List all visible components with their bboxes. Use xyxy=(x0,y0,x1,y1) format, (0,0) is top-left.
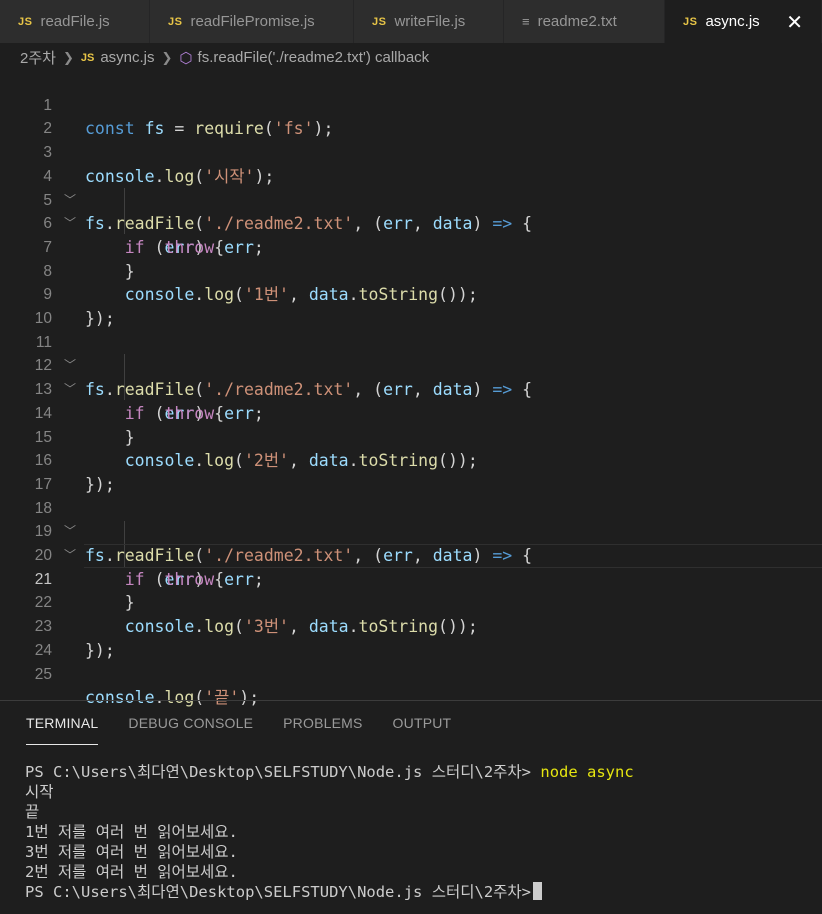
code-line: 17 xyxy=(0,449,822,493)
terminal-prompt-line: PS C:\Users\최다연\Desktop\SELFSTUDY\Node.j… xyxy=(25,882,634,902)
code-line: 11 ﹀ fs.readFile('./readme2.txt', (err, … xyxy=(0,307,822,399)
breadcrumb-symbol[interactable]: fs.readFile('./readme2.txt') callback xyxy=(198,49,430,66)
terminal-prompt: PS C:\Users\최다연\Desktop\SELFSTUDY\Node.j… xyxy=(25,763,532,781)
code-line: 9 }); xyxy=(0,260,822,328)
line-number: 25 xyxy=(34,665,52,683)
tab-debug-console[interactable]: DEBUG CONSOLE xyxy=(128,706,253,744)
code-line: 7 } xyxy=(0,212,822,281)
panel-divider xyxy=(0,700,822,701)
code-line: 16 }); xyxy=(0,426,822,494)
tab-problems[interactable]: PROBLEMS xyxy=(283,706,362,744)
tab-bar: JS readFile.js JS readFilePromise.js JS … xyxy=(0,0,822,43)
tab-label: readFilePromise.js xyxy=(190,13,315,30)
code-line: 20 throw err; xyxy=(0,520,822,589)
code-line: 25 console.log('끝'); xyxy=(0,639,822,708)
code-line: 24 xyxy=(0,615,822,659)
tab-readme2[interactable]: ≡ readme2.txt xyxy=(504,0,665,43)
terminal-cursor xyxy=(533,882,543,900)
tab-terminal[interactable]: TERMINAL xyxy=(26,706,99,745)
terminal-output[interactable]: PS C:\Users\최다연\Desktop\SELFSTUDY\Node.j… xyxy=(25,762,634,902)
code-line: 1 const fs = require('fs'); xyxy=(0,70,822,139)
code-line: 3 console.log('시작'); xyxy=(0,117,822,186)
code-line: 2 xyxy=(0,94,822,137)
code-line: 8 console.log('1번', data.toString()); xyxy=(0,236,822,305)
close-icon[interactable]: ✕ xyxy=(786,10,803,35)
code-line: 14 } xyxy=(0,378,822,447)
tab-output[interactable]: OUTPUT xyxy=(393,706,452,744)
terminal-output-line: 3번 저를 여러 번 읽어보세요. xyxy=(25,843,238,861)
terminal-output-line: 시작 xyxy=(25,783,54,801)
code-line: 12 ﹀ if (err) { xyxy=(0,331,822,422)
code-line: 18 ﹀ fs.readFile('./readme2.txt', (err, … xyxy=(0,473,822,565)
js-file-icon: JS xyxy=(18,15,33,28)
js-file-icon: JS xyxy=(80,51,95,64)
tab-readfile[interactable]: JS readFile.js xyxy=(0,0,150,43)
tab-label: readFile.js xyxy=(40,13,110,30)
js-file-icon: JS xyxy=(168,15,183,28)
code-line: 5 ﹀ if (err) { xyxy=(0,165,822,257)
terminal-output-line: 2번 저를 여러 번 읽어보세요. xyxy=(25,863,238,881)
breadcrumb-folder[interactable]: 2주차 xyxy=(20,47,56,68)
tab-label: async.js xyxy=(705,13,760,30)
code-line: 15 console.log('2번', data.toString()); xyxy=(0,402,822,471)
breadcrumb: 2주차 ❯ JS async.js ❯ ⬡ fs.readFile('./rea… xyxy=(0,43,822,72)
text-file-icon: ≡ xyxy=(522,14,530,29)
tab-async[interactable]: JS async.js ✕ xyxy=(665,0,822,43)
code-line: 21 } xyxy=(0,544,822,613)
terminal-prompt: PS C:\Users\최다연\Desktop\SELFSTUDY\Node.j… xyxy=(25,883,532,901)
terminal-command: node async xyxy=(540,763,634,781)
tab-label: writeFile.js xyxy=(394,13,466,30)
method-cube-icon: ⬡ xyxy=(179,49,193,67)
code-line: 23 }); xyxy=(0,591,822,660)
terminal-output-line: 1번 저를 여러 번 읽어보세요. xyxy=(25,823,238,841)
code-editor[interactable]: 1 const fs = require('fs'); 2 3 console.… xyxy=(0,70,822,708)
code-line: 10 xyxy=(0,283,822,327)
terminal-command-line: PS C:\Users\최다연\Desktop\SELFSTUDY\Node.j… xyxy=(25,762,634,782)
code-line: 19 ﹀ if (err) { xyxy=(0,497,822,588)
tab-writefile[interactable]: JS writeFile.js xyxy=(354,0,504,43)
breadcrumb-file[interactable]: async.js xyxy=(100,49,154,66)
panel-tabs: TERMINAL DEBUG CONSOLE PROBLEMS OUTPUT xyxy=(0,706,455,746)
code-line: 6 throw err; xyxy=(0,189,822,257)
js-file-icon: JS xyxy=(372,15,387,28)
terminal-output-line: 끝 xyxy=(25,803,40,821)
chevron-right-icon: ❯ xyxy=(161,49,173,65)
code-line: 22 console.log('3번', data.toString()); xyxy=(0,568,822,636)
tab-readfilepromise[interactable]: JS readFilePromise.js xyxy=(150,0,354,43)
code-line: 4 ﹀ fs.readFile('./readme2.txt', (err, d… xyxy=(0,141,822,233)
chevron-right-icon: ❯ xyxy=(62,49,74,65)
code-line: 13 throw err; xyxy=(0,354,822,423)
tab-label: readme2.txt xyxy=(537,13,617,30)
js-file-icon: JS xyxy=(683,15,698,28)
